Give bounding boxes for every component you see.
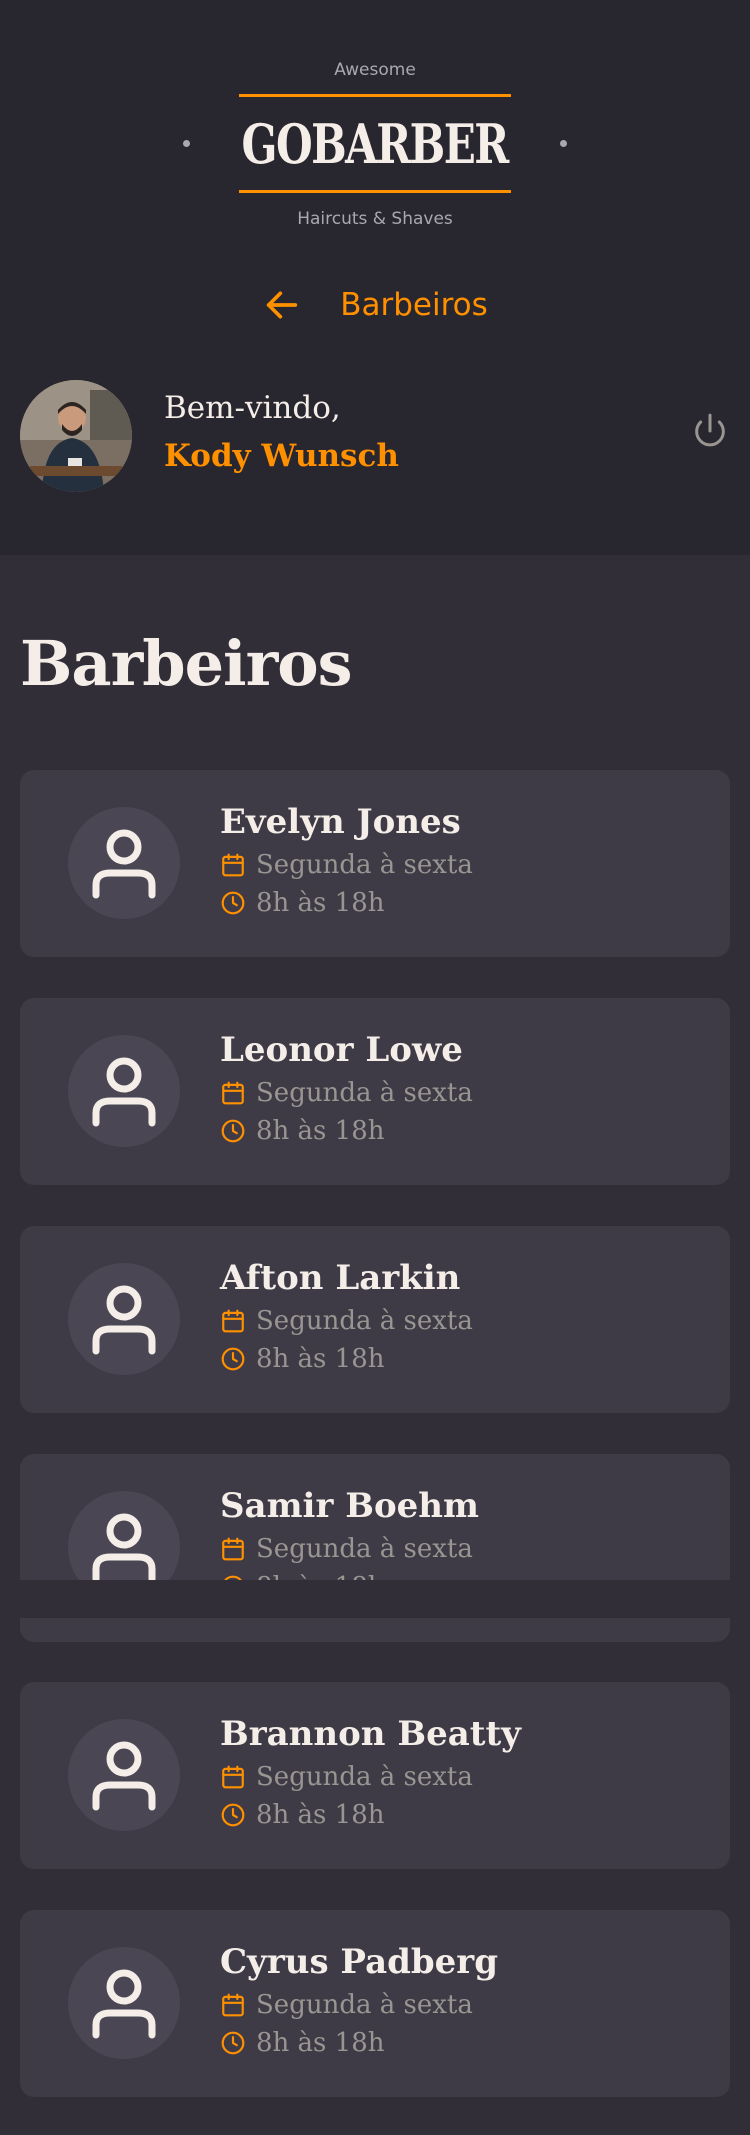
barber-days-text: Segunda à sexta (256, 1762, 473, 1792)
logo-tagline-top: Awesome (334, 60, 416, 80)
clock-icon (220, 2030, 246, 2056)
user-icon (92, 829, 156, 899)
calendar-icon (220, 1308, 246, 1334)
barber-hours-text: 8h às 18h (256, 1800, 385, 1830)
barber-days-text: Segunda à sexta (256, 1306, 473, 1336)
user-icon (92, 1057, 156, 1127)
barber-card[interactable]: Cyrus Padberg Segunda à sexta 8h às 18h (20, 1910, 730, 2097)
logo-brand: GOBARBER (241, 111, 510, 176)
logo-dot-left (183, 140, 191, 147)
welcome-text: Bem-vindo, (164, 390, 341, 426)
gobarber-logo: Awesome GOBARBER Haircuts & Shaves (0, 58, 750, 231)
logo-dot-right (559, 140, 567, 147)
barber-name: Evelyn Jones (220, 802, 461, 842)
barber-card-fragment (20, 1618, 730, 1642)
calendar-icon (220, 1080, 246, 1106)
barber-card[interactable]: Brannon Beatty Segunda à sexta 8h às 18h (20, 1682, 730, 1869)
barber-days-text: Segunda à sexta (256, 1534, 473, 1564)
arrow-left-icon (267, 291, 298, 319)
barber-avatar (68, 1947, 180, 2059)
calendar-icon (220, 1764, 246, 1790)
barber-days: Segunda à sexta (220, 850, 473, 880)
calendar-icon (220, 1992, 246, 2018)
barber-avatar (68, 807, 180, 919)
barber-hours-text: 8h às 18h (256, 1116, 385, 1146)
clock-icon (220, 1346, 246, 1372)
barber-card[interactable]: Evelyn Jones Segunda à sexta 8h às 18h (20, 770, 730, 957)
user-profile: Bem-vindo, Kody Wunsch (20, 380, 730, 492)
calendar-icon (220, 1536, 246, 1562)
barber-hours-text: 8h às 18h (256, 888, 385, 918)
render-gap (0, 1580, 750, 1618)
barber-avatar (68, 1035, 180, 1147)
barber-name: Afton Larkin (220, 1258, 461, 1298)
barber-days-text: Segunda à sexta (256, 850, 473, 880)
barber-name: Cyrus Padberg (220, 1942, 498, 1982)
back-button[interactable] (262, 285, 302, 325)
clock-icon (220, 1802, 246, 1828)
page-title: Barbeiros (340, 287, 488, 323)
page-nav: Barbeiros (0, 280, 750, 330)
barber-card[interactable]: Afton Larkin Segunda à sexta 8h às 18h (20, 1226, 730, 1413)
barber-days: Segunda à sexta (220, 1078, 473, 1108)
barber-avatar (68, 1719, 180, 1831)
barber-days: Segunda à sexta (220, 1762, 473, 1792)
section-title: Barbeiros (20, 627, 353, 700)
barber-name: Brannon Beatty (220, 1714, 521, 1754)
user-icon (92, 1513, 156, 1583)
user-icon (92, 1969, 156, 2039)
barber-days: Segunda à sexta (220, 1990, 473, 2020)
calendar-icon (220, 852, 246, 878)
barber-hours: 8h às 18h (220, 1116, 385, 1146)
user-avatar[interactable] (20, 380, 132, 492)
barber-hours: 8h às 18h (220, 1800, 385, 1830)
barber-days: Segunda à sexta (220, 1534, 473, 1564)
barber-hours: 8h às 18h (220, 888, 385, 918)
barber-hours-text: 8h às 18h (256, 1344, 385, 1374)
barber-name: Leonor Lowe (220, 1030, 463, 1070)
user-icon (92, 1741, 156, 1811)
user-icon (92, 1285, 156, 1355)
barber-hours: 8h às 18h (220, 1344, 385, 1374)
clock-icon (220, 1118, 246, 1144)
barber-hours-text: 8h às 18h (256, 2028, 385, 2058)
logo-divider-bottom (239, 190, 511, 193)
power-icon (695, 413, 725, 447)
barber-card[interactable]: Leonor Lowe Segunda à sexta 8h às 18h (20, 998, 730, 1185)
logo-tagline-bottom: Haircuts & Shaves (297, 209, 453, 229)
clock-icon (220, 890, 246, 916)
header: Awesome GOBARBER Haircuts & Shaves Barbe… (0, 0, 750, 555)
barber-hours: 8h às 18h (220, 2028, 385, 2058)
barber-days: Segunda à sexta (220, 1306, 473, 1336)
barber-days-text: Segunda à sexta (256, 1990, 473, 2020)
barber-avatar (68, 1263, 180, 1375)
logout-button[interactable] (690, 410, 730, 452)
barber-name: Samir Boehm (220, 1486, 479, 1526)
user-name[interactable]: Kody Wunsch (164, 438, 399, 474)
barber-days-text: Segunda à sexta (256, 1078, 473, 1108)
